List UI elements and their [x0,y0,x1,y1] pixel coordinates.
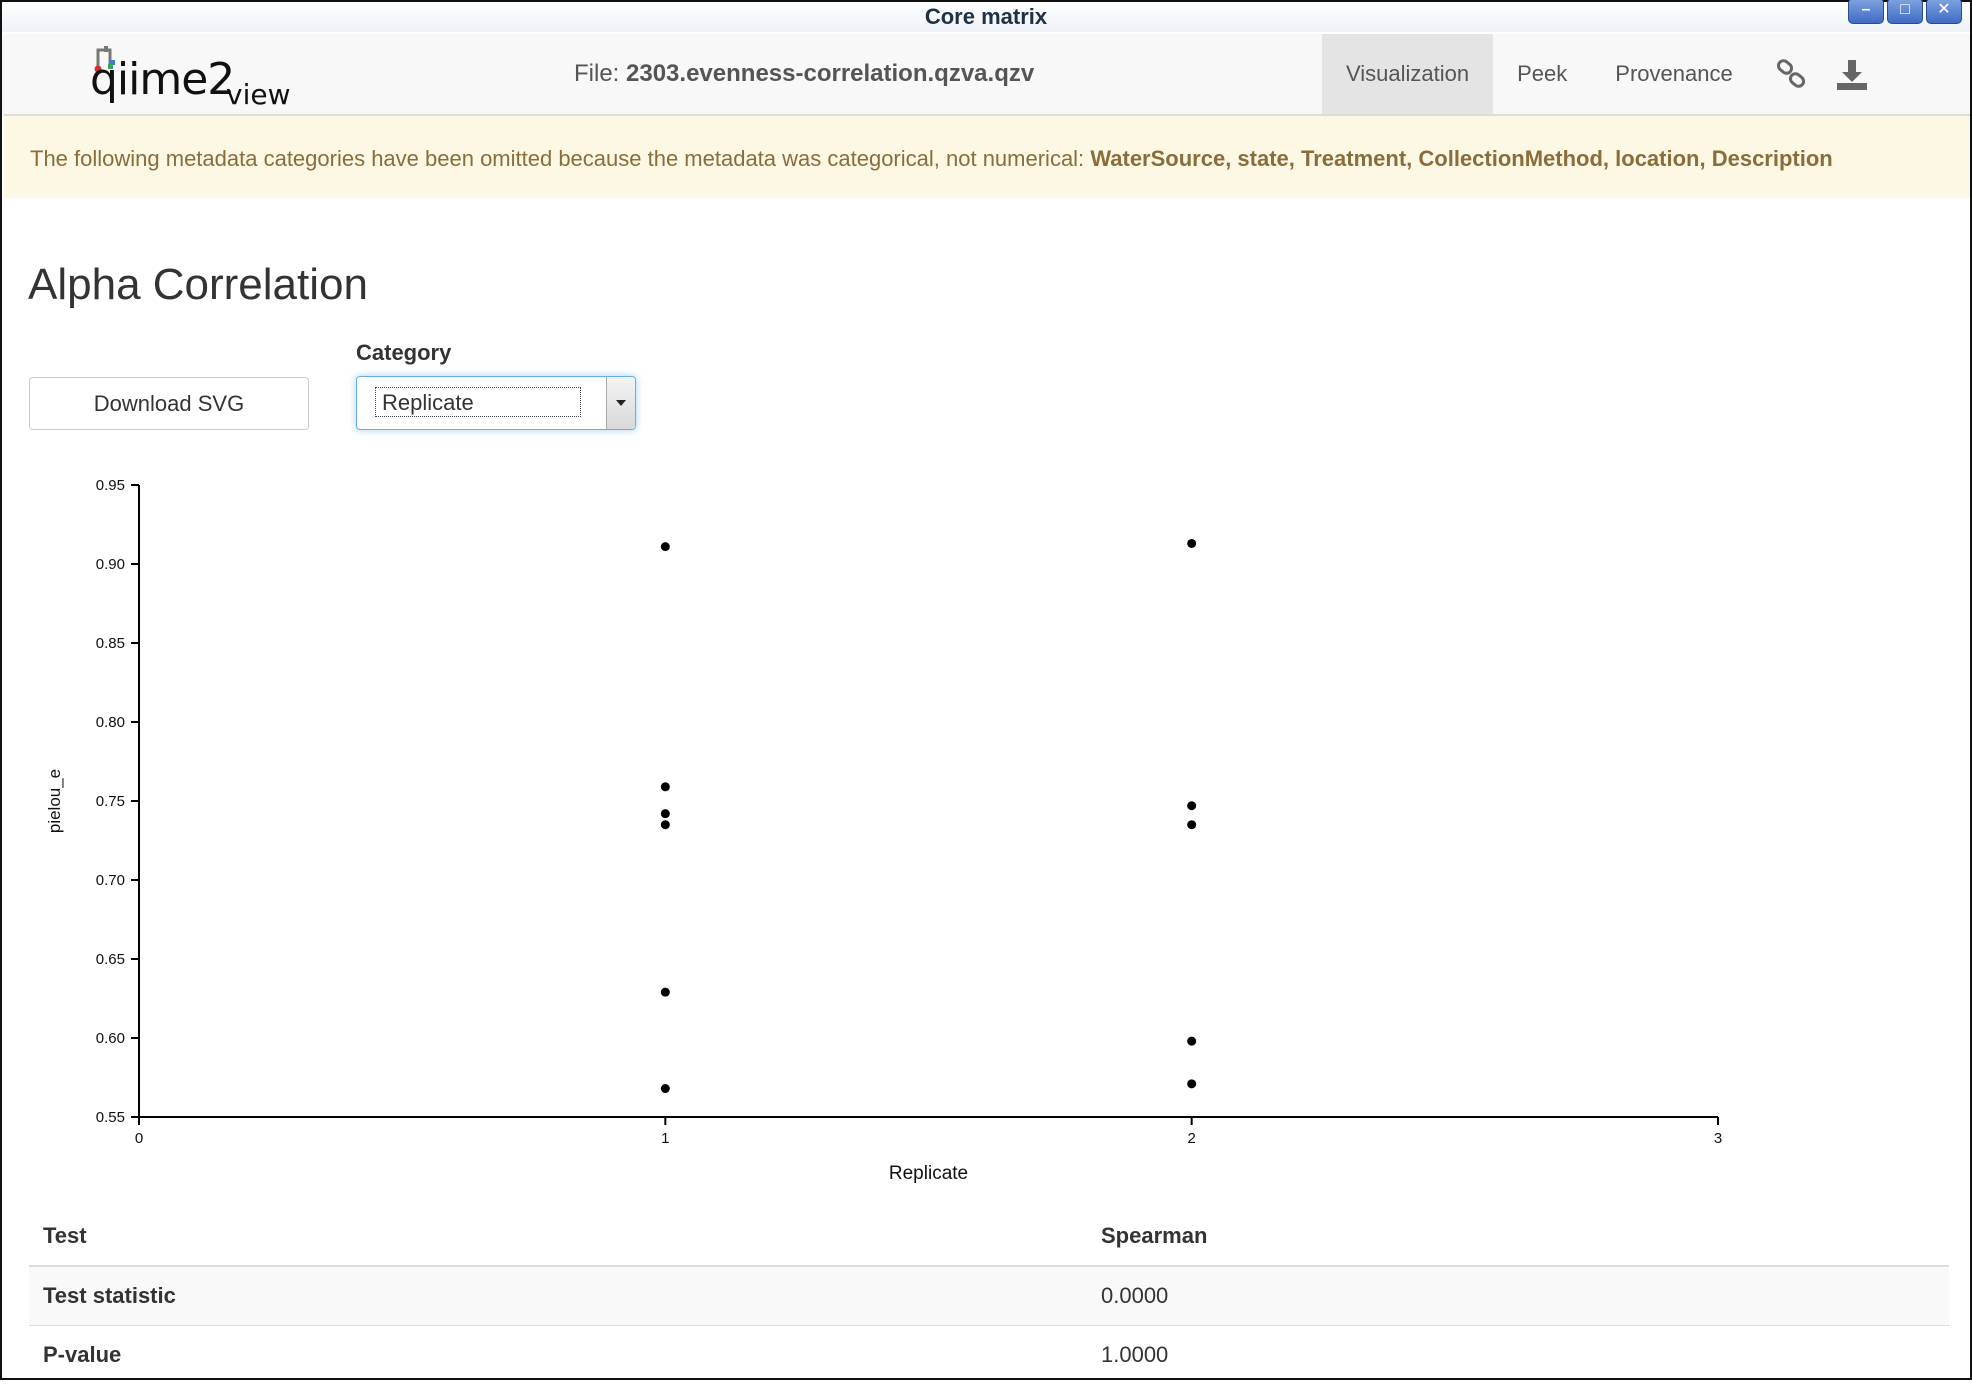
data-point [1187,820,1196,829]
link-icon[interactable] [1774,56,1810,92]
scatter-chart: 0 1 2 3 0.55 0.60 0.65 0.70 0.75 0.80 0.85 0.90 0.95… [2,462,1970,1202]
data-point [1187,801,1196,810]
data-point [661,542,670,551]
logo-text: qiime2 [90,54,234,105]
y-tick-label: 0.80 [96,714,125,731]
y-tick-label: 0.65 [96,951,125,968]
stats-header-row: Test Spearman [29,1207,1949,1266]
nav-tabs: Visualization Peek Provenance [1322,34,1757,114]
data-point [661,820,670,829]
logo-suffix: view [226,78,290,111]
category-label: Category [356,340,451,366]
value-test-statistic: 0.0000 [1087,1266,1949,1326]
y-tick-label: 0.90 [96,556,125,573]
tab-peek[interactable]: Peek [1493,34,1591,114]
row-label-p-value: P-value [29,1326,1087,1384]
file-label: File: 2303.evenness-correlation.qzva.qzv [574,60,1034,88]
data-point [1187,1037,1196,1046]
alert-message: The following metadata categories have b… [30,146,1084,171]
y-tick-label: 0.70 [96,872,125,889]
stats-table: Test Spearman Test statistic 0.0000 P-va… [29,1207,1949,1384]
table-row: P-value 1.0000 [29,1326,1949,1384]
file-name: 2303.evenness-correlation.qzva.qzv [626,60,1034,87]
x-tick-label: 3 [1714,1130,1722,1147]
data-point [661,1084,670,1093]
minimize-button[interactable]: – [1848,0,1884,24]
y-tick-label: 0.60 [96,1030,125,1047]
x-tick-label: 0 [135,1130,143,1147]
y-tick-label: 0.95 [96,477,125,494]
data-point [1187,1079,1196,1088]
download-svg-button[interactable]: Download SVG [29,377,309,430]
y-tick-label: 0.75 [96,793,125,810]
app-navbar: qiime2 view File: 2303.evenness-correlat… [4,34,1970,116]
window-titlebar: Core matrix – □ ✕ [2,2,1970,32]
x-tick-label: 1 [661,1130,669,1147]
data-point [661,782,670,791]
omitted-categories-alert: The following metadata categories have b… [4,116,1970,198]
data-point [1187,539,1196,548]
alert-categories: WaterSource, state, Treatment, Collectio… [1090,146,1832,171]
data-point [661,809,670,818]
x-tick-label: 2 [1187,1130,1195,1147]
download-icon[interactable] [1834,56,1870,92]
data-point [661,988,670,997]
header-spearman: Spearman [1087,1207,1949,1266]
chevron-down-icon[interactable] [606,377,635,429]
alert-text: The following metadata categories have b… [30,146,1833,172]
category-select[interactable]: Replicate [356,376,636,430]
value-p-value: 1.0000 [1087,1326,1949,1384]
window-title: Core matrix [925,4,1047,29]
file-prefix: File: [574,60,619,87]
row-label-test-statistic: Test statistic [29,1266,1087,1326]
app-window: Core matrix – □ ✕ qiime2 view File: 2303… [0,0,1972,1380]
y-axis-label: pielou_e [45,769,64,833]
qiime2view-logo[interactable]: qiime2 view [84,42,294,106]
page-title: Alpha Correlation [28,260,368,310]
close-button[interactable]: ✕ [1926,0,1962,24]
tab-provenance[interactable]: Provenance [1591,34,1756,114]
y-tick-label: 0.55 [96,1109,125,1126]
x-axis-label: Replicate [889,1163,968,1184]
y-tick-label: 0.85 [96,635,125,652]
maximize-button[interactable]: □ [1887,0,1923,24]
tab-visualization[interactable]: Visualization [1322,34,1493,114]
category-selected-value: Replicate [375,387,581,417]
window-controls: – □ ✕ [1848,0,1962,24]
table-row: Test statistic 0.0000 [29,1266,1949,1326]
header-test: Test [29,1207,1087,1266]
